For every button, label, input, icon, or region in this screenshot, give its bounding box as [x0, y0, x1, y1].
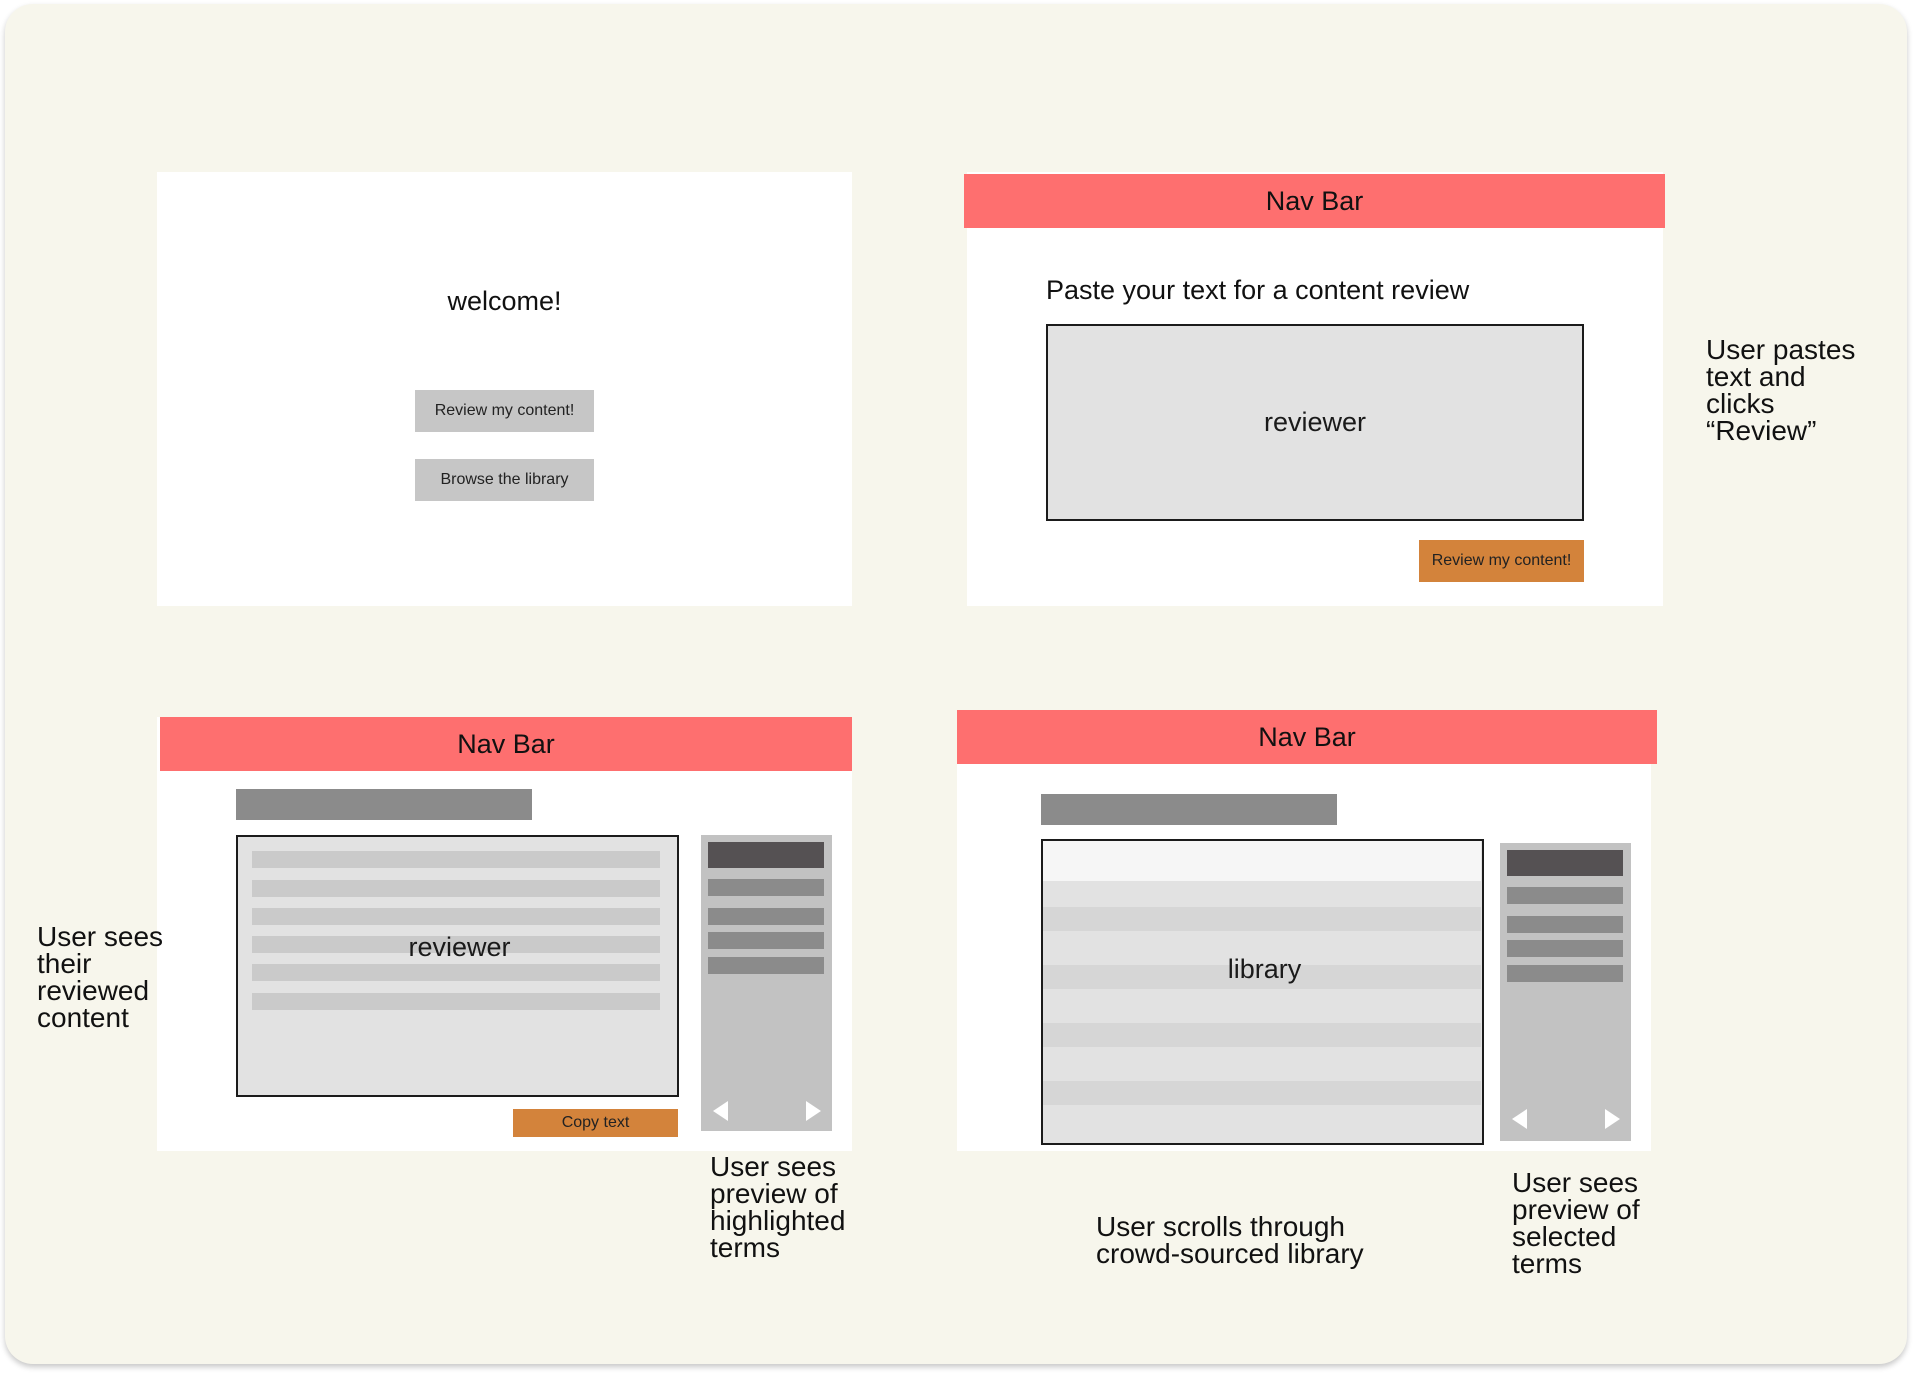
term-bar — [1507, 940, 1623, 957]
paste-screen: Nav Bar Paste your text for a content re… — [964, 172, 1665, 606]
reviewer-label: reviewer — [1263, 407, 1367, 437]
term-bar — [708, 908, 824, 925]
list-row — [1043, 841, 1481, 881]
browse-library-button[interactable]: Browse the library — [415, 459, 594, 501]
title-placeholder-bar — [1041, 794, 1337, 825]
list-row — [1043, 907, 1481, 931]
review-my-content-button[interactable]: Review my content! — [415, 390, 594, 432]
term-bar — [708, 932, 824, 949]
review-my-content-button[interactable]: Review my content! — [1419, 540, 1584, 582]
text-line — [252, 908, 660, 925]
title-placeholder-bar — [236, 789, 532, 820]
next-arrow-icon[interactable] — [1605, 1109, 1620, 1129]
sidebar-header-bar — [1507, 850, 1623, 876]
navbar: Nav Bar — [964, 174, 1665, 228]
sidebar-header-bar — [708, 842, 824, 868]
library-label: library — [1227, 953, 1302, 984]
navbar: Nav Bar — [957, 710, 1657, 764]
next-arrow-icon[interactable] — [806, 1101, 821, 1121]
prev-arrow-icon[interactable] — [713, 1101, 728, 1121]
list-row — [1043, 1023, 1481, 1047]
library-screen: Nav Bar library — [957, 710, 1657, 1151]
navbar: Nav Bar — [160, 717, 852, 771]
reviewed-screen: Nav Bar reviewer Copy text — [157, 717, 852, 1151]
term-bar — [1507, 887, 1623, 904]
reviewer-content-box[interactable]: reviewer — [236, 835, 679, 1097]
prev-arrow-icon[interactable] — [1512, 1109, 1527, 1129]
text-line — [252, 851, 660, 868]
library-list-box[interactable]: library — [1041, 839, 1484, 1145]
highlighted-terms-sidebar — [701, 835, 832, 1131]
paste-prompt: Paste your text for a content review — [1046, 275, 1470, 305]
note-library: User scrolls through crowd-sourced libra… — [1096, 1211, 1364, 1269]
term-bar — [708, 957, 824, 974]
copy-text-button[interactable]: Copy text — [513, 1109, 678, 1137]
note-reviewed: User sees their reviewed content — [37, 921, 164, 1033]
list-row — [1043, 1081, 1481, 1105]
note-paste: User pastes text and clicks “Review” — [1706, 334, 1856, 446]
text-line — [252, 993, 660, 1010]
list-row — [1043, 989, 1481, 1023]
text-line — [252, 880, 660, 897]
list-row — [1043, 1047, 1481, 1081]
note-selected: User sees preview of selected terms — [1512, 1167, 1640, 1279]
selected-terms-sidebar — [1500, 843, 1631, 1141]
term-bar — [1507, 916, 1623, 933]
term-bar — [708, 879, 824, 896]
term-bar — [1507, 965, 1623, 982]
welcome-title: welcome! — [447, 286, 562, 316]
list-row — [1043, 1105, 1481, 1142]
reviewer-text-area[interactable]: reviewer — [1046, 324, 1584, 521]
welcome-screen: welcome! Review my content! Browse the l… — [157, 172, 852, 606]
note-highlighted: User sees preview of highlighted terms — [710, 1151, 846, 1263]
list-row — [1043, 881, 1481, 907]
reviewer-label: reviewer — [408, 931, 511, 962]
